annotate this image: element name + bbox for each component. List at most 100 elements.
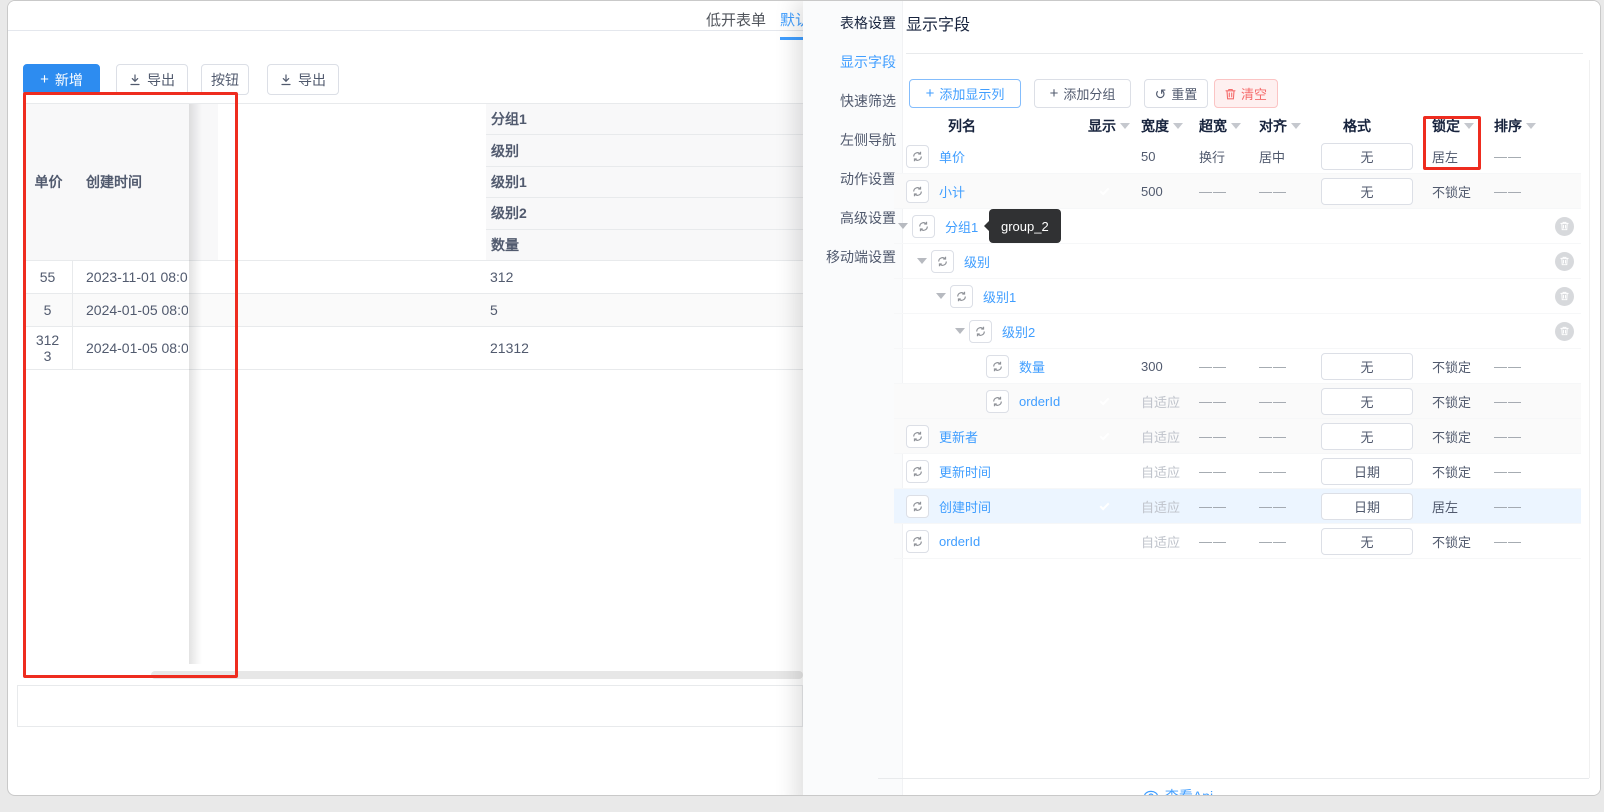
delete-icon[interactable]	[1555, 321, 1574, 341]
overwide-cell[interactable]: ——	[1191, 394, 1251, 409]
export-button-1[interactable]: 导出	[116, 64, 188, 95]
width-cell[interactable]: 500	[1133, 184, 1191, 199]
overwide-cell[interactable]: 换行	[1191, 147, 1251, 166]
sync-icon-button[interactable]	[912, 214, 935, 238]
align-cell[interactable]: ——	[1251, 464, 1316, 479]
sync-icon-button[interactable]	[906, 529, 929, 553]
width-cell[interactable]: 300	[1133, 359, 1191, 374]
sidebar-item-1[interactable]: 显示字段	[840, 52, 896, 72]
sort-cell[interactable]: ——	[1488, 359, 1538, 374]
col-header-lock[interactable]: 锁定	[1426, 116, 1488, 136]
sidebar-item-4[interactable]: 动作设置	[840, 169, 896, 189]
overwide-cell[interactable]: ——	[1191, 429, 1251, 444]
reset-button[interactable]: ↺ 重置	[1144, 79, 1208, 108]
col-header-sort[interactable]: 排序	[1488, 116, 1538, 136]
tree-caret-down-icon[interactable]	[955, 328, 965, 334]
sort-cell[interactable]: ——	[1488, 534, 1538, 549]
generic-button[interactable]: 按钮	[201, 64, 249, 95]
format-select[interactable]: 无	[1321, 352, 1413, 380]
format-select[interactable]: 无	[1321, 527, 1413, 555]
width-cell[interactable]: 自适应	[1133, 532, 1191, 551]
overwide-cell[interactable]: ——	[1191, 464, 1251, 479]
table-row[interactable]: 5 2024-01-05 08:00 5	[23, 294, 803, 327]
col-header-show[interactable]: 显示	[1076, 116, 1133, 136]
field-name-link[interactable]: 更新时间	[939, 462, 991, 481]
width-cell[interactable]: 自适应	[1133, 427, 1191, 446]
sync-icon-button[interactable]	[986, 389, 1009, 413]
sync-icon-button[interactable]	[906, 424, 929, 448]
format-select[interactable]: 日期	[1321, 457, 1413, 485]
field-name-link[interactable]: orderId	[1019, 394, 1060, 409]
tab-low-open-form[interactable]: 低开表单	[706, 9, 766, 30]
clear-button[interactable]: 清空	[1214, 79, 1278, 108]
sidebar-item-3[interactable]: 左侧导航	[840, 130, 896, 150]
add-display-column-button[interactable]: + 添加显示列	[909, 79, 1021, 108]
width-cell[interactable]: 自适应	[1133, 497, 1191, 516]
lock-cell[interactable]: 不锁定	[1426, 427, 1488, 446]
align-cell[interactable]: ——	[1251, 499, 1316, 514]
width-cell[interactable]: 50	[1133, 149, 1191, 164]
sync-icon-button[interactable]	[969, 319, 992, 343]
field-name-link[interactable]: 级别1	[983, 287, 1016, 306]
sync-icon-button[interactable]	[906, 179, 929, 203]
field-name-link[interactable]: 分组1	[945, 217, 978, 236]
sync-icon-button[interactable]	[906, 459, 929, 483]
align-cell[interactable]: ——	[1251, 184, 1316, 199]
sync-icon-button[interactable]	[950, 284, 973, 308]
sort-cell[interactable]: ——	[1488, 149, 1538, 164]
overwide-cell[interactable]: ——	[1191, 499, 1251, 514]
tree-caret-down-icon[interactable]	[917, 258, 927, 264]
field-name-link[interactable]: orderId	[939, 534, 980, 549]
overwide-cell[interactable]: ——	[1191, 184, 1251, 199]
field-name-link[interactable]: 单价	[939, 147, 965, 166]
align-cell[interactable]: ——	[1251, 359, 1316, 374]
align-cell[interactable]: ——	[1251, 429, 1316, 444]
horizontal-scrollbar[interactable]	[151, 671, 803, 679]
format-select[interactable]: 无	[1321, 177, 1413, 205]
sort-cell[interactable]: ——	[1488, 184, 1538, 199]
table-row[interactable]: 3123 2024-01-05 08:00 21312	[23, 327, 803, 370]
lock-cell[interactable]: 不锁定	[1426, 532, 1488, 551]
sync-icon-button[interactable]	[931, 249, 954, 273]
col-header-overwide[interactable]: 超宽	[1191, 116, 1251, 136]
field-name-link[interactable]: 创建时间	[939, 497, 991, 516]
align-cell[interactable]: ——	[1251, 394, 1316, 409]
sync-icon-button[interactable]	[986, 354, 1009, 378]
sort-cell[interactable]: ——	[1488, 499, 1538, 514]
sort-cell[interactable]: ——	[1488, 429, 1538, 444]
col-header-align[interactable]: 对齐	[1251, 116, 1316, 136]
delete-icon[interactable]	[1555, 286, 1574, 306]
format-select[interactable]: 无	[1321, 422, 1413, 450]
field-name-link[interactable]: 级别2	[1002, 322, 1035, 341]
col-header-width[interactable]: 宽度	[1133, 116, 1191, 136]
format-select[interactable]: 无	[1321, 387, 1413, 415]
align-cell[interactable]: ——	[1251, 534, 1316, 549]
field-name-link[interactable]: 级别	[964, 252, 990, 271]
tree-caret-down-icon[interactable]	[936, 293, 946, 299]
view-api-link[interactable]: 查看Api	[878, 786, 1478, 795]
lock-cell[interactable]: 不锁定	[1426, 357, 1488, 376]
sort-cell[interactable]: ——	[1488, 464, 1538, 479]
export-button-2[interactable]: 导出	[267, 64, 339, 95]
sidebar-item-5[interactable]: 高级设置	[840, 208, 896, 228]
lock-cell[interactable]: 不锁定	[1426, 462, 1488, 481]
width-cell[interactable]: 自适应	[1133, 462, 1191, 481]
add-button[interactable]: + 新增	[23, 64, 100, 95]
delete-icon[interactable]	[1555, 216, 1574, 236]
format-select[interactable]: 日期	[1321, 492, 1413, 520]
delete-icon[interactable]	[1555, 251, 1574, 271]
field-name-link[interactable]: 小计	[939, 182, 965, 201]
lock-cell[interactable]: 不锁定	[1426, 182, 1488, 201]
sync-icon-button[interactable]	[906, 144, 929, 168]
sync-icon-button[interactable]	[906, 494, 929, 518]
sidebar-item-6[interactable]: 移动端设置	[826, 247, 896, 267]
sort-cell[interactable]: ——	[1488, 394, 1538, 409]
width-cell[interactable]: 自适应	[1133, 392, 1191, 411]
lock-cell[interactable]: 居左	[1426, 497, 1488, 516]
table-row[interactable]: 55 2023-11-01 08:00 312	[23, 261, 803, 294]
field-name-link[interactable]: 更新者	[939, 427, 978, 446]
format-select[interactable]: 无	[1321, 142, 1413, 170]
lock-cell[interactable]: 居左	[1426, 147, 1488, 166]
add-group-button[interactable]: + 添加分组	[1034, 79, 1131, 108]
sidebar-item-2[interactable]: 快速筛选	[840, 91, 896, 111]
